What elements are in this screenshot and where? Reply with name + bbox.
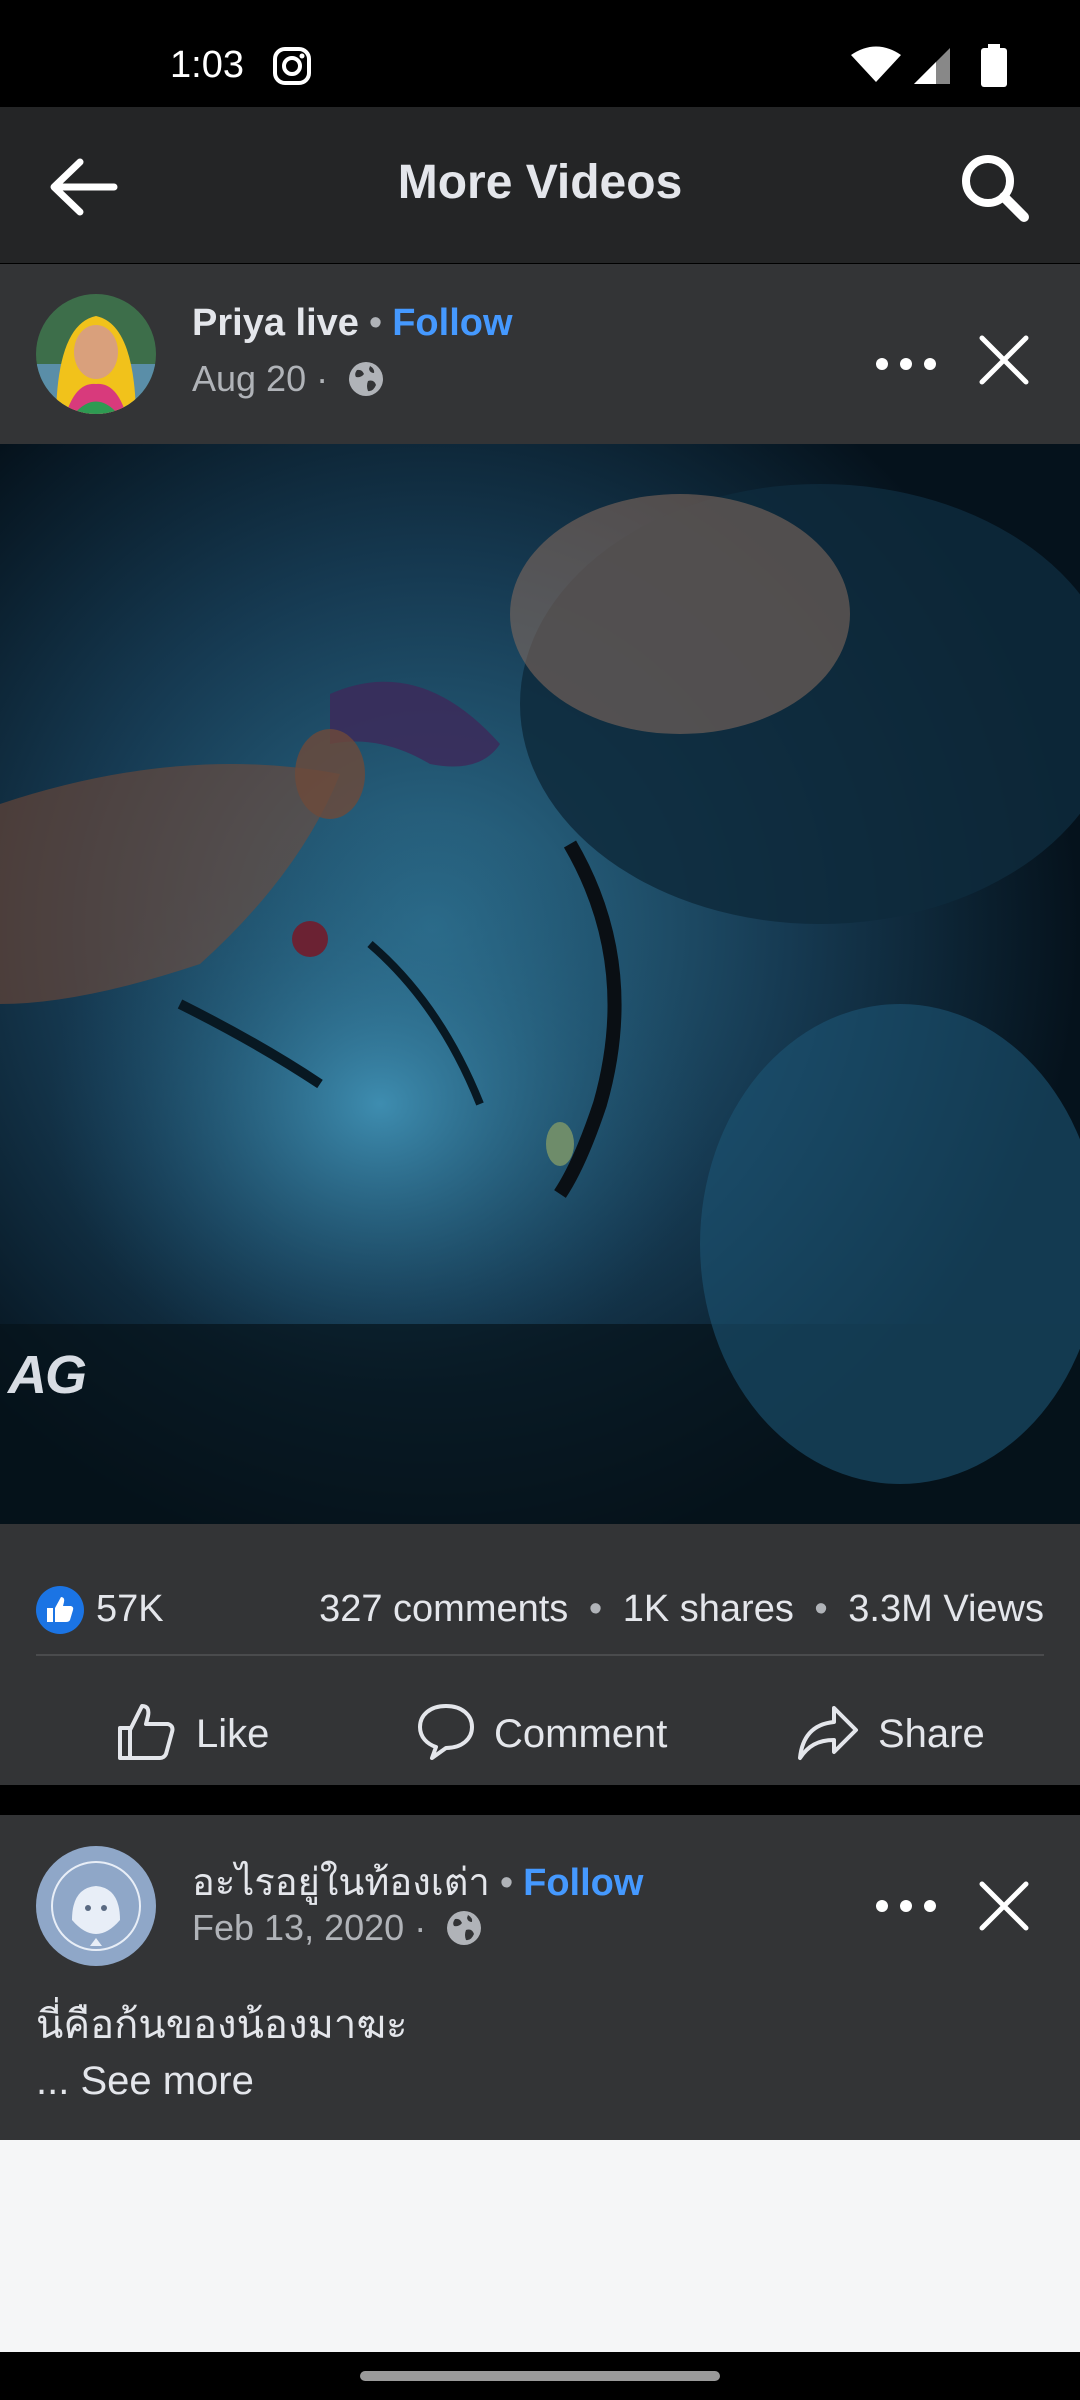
loading-area [0, 2140, 1080, 2352]
post-date: Aug 20 [192, 358, 307, 399]
separator-dot: • [499, 1862, 514, 1904]
like-label: Like [196, 1712, 270, 1756]
author-name[interactable]: อะไรอยู่ในท้องเต่า [192, 1862, 490, 1904]
separator-dot: • [368, 302, 383, 344]
globe-icon [446, 1910, 482, 1955]
comment-button[interactable]: Comment [416, 1694, 696, 1774]
author-avatar[interactable] [36, 294, 156, 414]
more-dots-icon [876, 358, 936, 370]
close-button[interactable] [976, 332, 1032, 388]
author-name[interactable]: Priya live [192, 302, 359, 344]
video-frame [0, 444, 1080, 1524]
post-date: Feb 13, 2020 [192, 1907, 405, 1948]
close-icon [979, 1881, 1029, 1931]
close-icon [979, 335, 1029, 385]
page-title: More Videos [397, 156, 683, 209]
post-card: อะไรอยู่ในท้องเต่า • Follow Feb 13, 2020 ·… [0, 1815, 1080, 2140]
engagement-stats: 57K 327 comments • 1K shares • 3.3M View… [36, 1574, 1044, 1644]
follow-button[interactable]: Follow [523, 1862, 643, 1904]
home-gesture-handle[interactable] [360, 2371, 720, 2381]
divider [36, 1654, 1044, 1656]
like-reaction-icon [36, 1586, 84, 1634]
meta-separator: · [316, 358, 329, 399]
thumb-up-icon [118, 1704, 175, 1760]
close-button[interactable] [976, 1878, 1032, 1934]
views-count: 3.3M Views [848, 1588, 1044, 1630]
search-button[interactable] [958, 151, 1032, 225]
share-icon [798, 1706, 858, 1760]
post-text: นี่คือก้นของน้องมาฆะ [36, 2003, 408, 2047]
meta-separator: · [414, 1907, 427, 1948]
see-more-link[interactable]: ... See more [36, 2053, 407, 2109]
video-player[interactable]: AG [0, 444, 1080, 1524]
instagram-icon [272, 46, 312, 86]
more-options-button[interactable] [874, 344, 938, 384]
status-bar: 1:03 [0, 0, 1080, 107]
video-post: Priya live • Follow Aug 20 · AG 57K 327 … [0, 264, 1080, 1785]
status-time: 1:03 [170, 44, 244, 86]
wifi-icon [850, 46, 902, 89]
battery-icon [980, 44, 1008, 93]
shares-count[interactable]: 1K shares [623, 1588, 794, 1630]
share-label: Share [878, 1712, 985, 1756]
globe-icon [348, 361, 384, 406]
comments-count[interactable]: 327 comments [319, 1588, 568, 1630]
search-icon [962, 155, 1029, 222]
stats-separator: • [814, 1588, 828, 1630]
comment-label: Comment [494, 1712, 668, 1756]
likes-count[interactable]: 57K [96, 1588, 164, 1631]
navigation-bar [0, 2352, 1080, 2400]
author-avatar[interactable] [36, 1846, 156, 1966]
video-watermark: AG [8, 1345, 87, 1405]
more-options-button[interactable] [874, 1886, 938, 1926]
stats-separator: • [588, 1588, 603, 1630]
share-button[interactable]: Share [796, 1694, 996, 1774]
app-bar: More Videos [0, 107, 1080, 263]
like-button[interactable]: Like [116, 1694, 316, 1774]
signal-icon [912, 46, 952, 91]
more-dots-icon [876, 1900, 936, 1912]
follow-button[interactable]: Follow [392, 302, 512, 344]
comment-icon [418, 1704, 474, 1760]
